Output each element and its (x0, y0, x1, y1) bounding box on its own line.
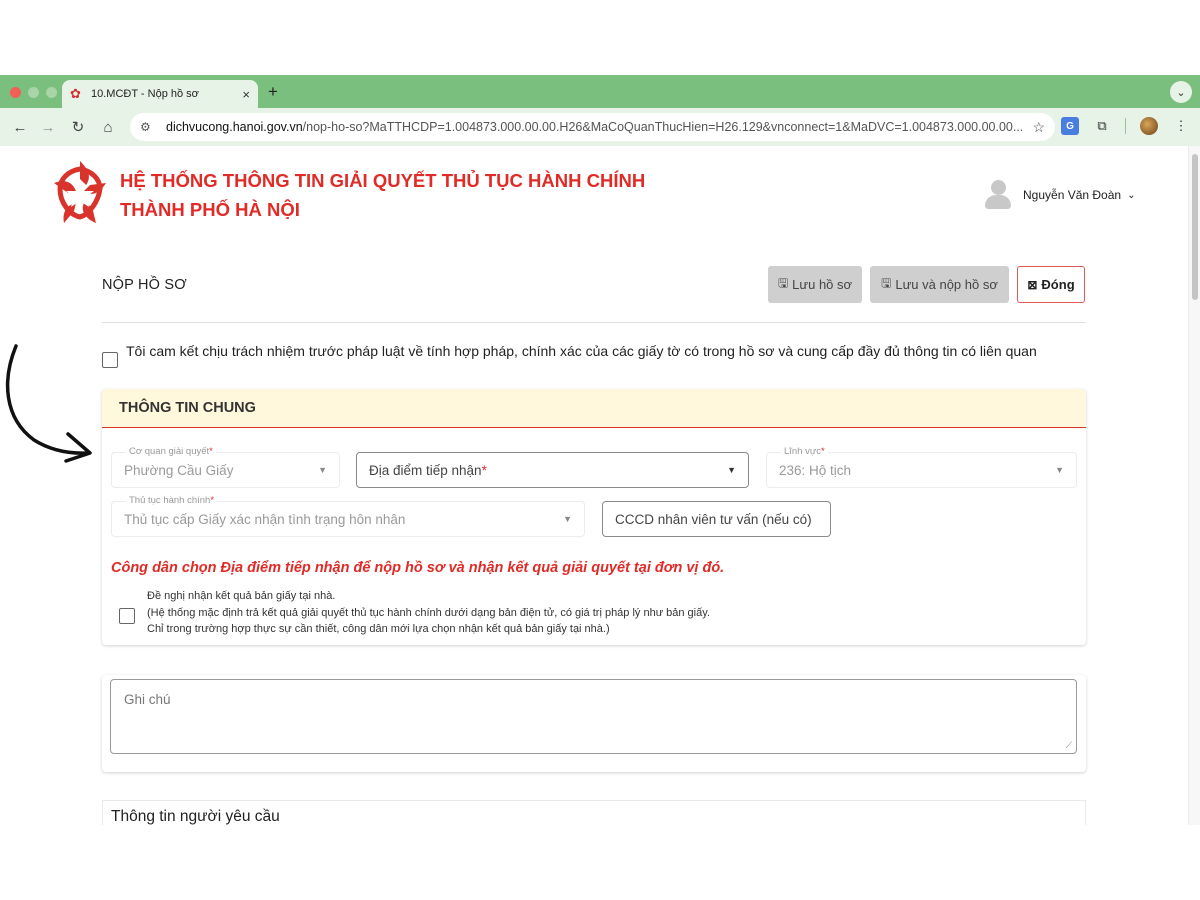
cccd-placeholder: CCCD nhân viên tư vấn (nếu có) (615, 511, 812, 527)
dropdown-arrow-icon: ▼ (318, 465, 327, 475)
cccd-input[interactable]: CCCD nhân viên tư vấn (nếu có) (602, 501, 831, 537)
tab-search-chevron-icon[interactable]: ⌄ (1170, 81, 1192, 103)
profile-avatar-icon[interactable] (1140, 117, 1158, 135)
site-settings-icon[interactable]: ⚙ (140, 120, 158, 134)
site-favicon-icon: ✿ (70, 86, 81, 101)
browser-window: ✿ 10.MCĐT - Nộp hồ sơ × + ⌄ ← → ↻ ⌂ ⚙ di… (0, 75, 1200, 825)
procedure-value: Thủ tục cấp Giấy xác nhận tình trạng hôn… (124, 511, 406, 527)
procedure-label: Thủ tục hành chính* (126, 495, 218, 506)
required-mark: * (821, 446, 825, 457)
user-menu[interactable]: Nguyễn Văn Đoàn ⌄ (985, 180, 1135, 210)
agency-select: Phường Cầu Giấy ▼ (111, 452, 340, 488)
more-menu-icon[interactable]: ⋮ (1172, 117, 1190, 135)
page-scrollbar[interactable] (1188, 146, 1200, 825)
commitment-text: Tôi cam kết chịu trách nhiệm trước pháp … (126, 343, 1037, 359)
required-mark: * (481, 462, 487, 478)
url-path: /nop-ho-so?MaTTHCDP=1.004873.000.00.00.H… (302, 120, 1025, 134)
paper-result-row: Đề nghị nhận kết quả bản giấy tại nhà. (… (119, 588, 710, 638)
paper-result-checkbox[interactable] (119, 608, 135, 624)
paper-result-line3: Chỉ trong trường hợp thực sự cần thiết, … (147, 623, 610, 635)
agency-value: Phường Cầu Giấy (124, 462, 234, 478)
annotation-arrow-icon (5, 344, 92, 463)
user-name: Nguyễn Văn Đoàn (1023, 188, 1122, 202)
agency-label: Cơ quan giải quyết* (126, 446, 216, 457)
procedure-select: Thủ tục cấp Giấy xác nhận tình trạng hôn… (111, 501, 585, 537)
tab-close-icon[interactable]: × (242, 87, 250, 102)
tab-bar: ✿ 10.MCĐT - Nộp hồ sơ × + ⌄ (0, 75, 1200, 108)
save-and-submit-button[interactable]: 🖫 Lưu và nộp hồ sơ (870, 266, 1009, 303)
field-label: Lĩnh vực* (781, 446, 828, 457)
page-title: NỘP HỒ SƠ (102, 277, 187, 293)
toolbar-divider (1125, 118, 1126, 134)
paper-result-line2: (Hệ thống mặc định trả kết quả giải quyế… (147, 606, 710, 619)
chevron-down-icon: ⌄ (1127, 189, 1136, 201)
save-disk-icon: 🖫 (881, 276, 892, 290)
reception-location-placeholder: Địa điểm tiếp nhận* (369, 463, 727, 478)
site-title-line1: HỆ THỐNG THÔNG TIN GIẢI QUYẾT THỦ TỤC HÀ… (120, 170, 646, 191)
site-title: HỆ THỐNG THÔNG TIN GIẢI QUYẾT THỦ TỤC HÀ… (120, 166, 645, 224)
reload-icon[interactable]: ↻ (64, 118, 92, 136)
browser-toolbar: ← → ↻ ⌂ ⚙ dichvucong.hanoi.gov.vn/nop-ho… (0, 108, 1200, 146)
dropdown-arrow-icon: ▼ (1055, 465, 1064, 475)
divider (102, 322, 1086, 323)
paper-result-text: Đề nghị nhận kết quả bản giấy tại nhà. (… (147, 588, 710, 638)
field-label-text: Lĩnh vực (784, 446, 821, 457)
requester-title: Thông tin người yêu cầu (111, 808, 280, 825)
reception-location-select[interactable]: Địa điểm tiếp nhận* ▼ (356, 452, 749, 488)
note-placeholder: Ghi chú (124, 692, 171, 707)
bookmark-star-icon[interactable]: ☆ (1032, 119, 1045, 136)
note-card: Ghi chú ⟋ (102, 675, 1086, 772)
user-avatar-icon (985, 180, 1011, 210)
address-bar[interactable]: ⚙ dichvucong.hanoi.gov.vn/nop-ho-so?MaTT… (130, 113, 1055, 141)
requester-card: Thông tin người yêu cầu (102, 800, 1086, 825)
translate-extension-icon[interactable]: G (1061, 117, 1079, 135)
general-info-card: THÔNG TIN CHUNG Phường Cầu Giấy ▼ Cơ qua… (102, 389, 1086, 645)
field-select: 236: Hộ tịch ▼ (766, 452, 1077, 488)
required-mark: * (210, 495, 215, 506)
dropdown-arrow-icon: ▼ (727, 465, 736, 475)
agency-label-text: Cơ quan giải quyết (129, 446, 210, 457)
back-arrow-icon[interactable]: ← (6, 119, 34, 136)
maximize-window-button[interactable] (46, 87, 57, 98)
save-button[interactable]: 🖫 Lưu hồ sơ (768, 266, 862, 303)
save-button-label: Lưu hồ sơ (792, 277, 853, 292)
hanoi-logo-icon (54, 161, 106, 223)
new-tab-button[interactable]: + (268, 82, 278, 102)
minimize-window-button[interactable] (28, 87, 39, 98)
required-mark: * (209, 446, 213, 457)
general-info-title: THÔNG TIN CHUNG (102, 389, 1086, 428)
dropdown-arrow-icon: ▼ (563, 514, 572, 524)
field-value: 236: Hộ tịch (779, 462, 852, 478)
commitment-row: Tôi cam kết chịu trách nhiệm trước pháp … (102, 341, 1086, 368)
url-text: dichvucong.hanoi.gov.vn/nop-ho-so?MaTTHC… (166, 120, 1024, 134)
window-controls (10, 87, 57, 98)
resize-grip-icon[interactable]: ⟋ (1066, 740, 1072, 751)
close-button[interactable]: ⊠ Đóng (1017, 266, 1085, 303)
site-title-line2: THÀNH PHỐ HÀ NỘI (120, 199, 300, 220)
paper-result-line1: Đề nghị nhận kết quả bản giấy tại nhà. (147, 590, 336, 602)
save-submit-button-label: Lưu và nộp hồ sơ (895, 277, 998, 292)
url-host: dichvucong.hanoi.gov.vn (166, 120, 303, 134)
close-box-icon: ⊠ (1027, 277, 1038, 292)
home-icon[interactable]: ⌂ (94, 119, 122, 136)
procedure-label-text: Thủ tục hành chính (129, 495, 211, 506)
close-button-label: Đóng (1041, 277, 1075, 292)
note-textarea[interactable]: Ghi chú ⟋ (110, 679, 1077, 754)
save-disk-icon: 🖫 (777, 276, 789, 290)
page-content: HỆ THỐNG THÔNG TIN GIẢI QUYẾT THỦ TỤC HÀ… (0, 146, 1188, 825)
toolbar-actions: G ⧉ ⋮ (1061, 117, 1190, 135)
tab-title: 10.MCĐT - Nộp hồ sơ (91, 88, 199, 100)
scrollbar-thumb[interactable] (1192, 154, 1198, 300)
extensions-puzzle-icon[interactable]: ⧉ (1093, 117, 1111, 135)
browser-tab[interactable]: ✿ 10.MCĐT - Nộp hồ sơ × (62, 80, 258, 108)
reception-location-text: Địa điểm tiếp nhận (369, 462, 482, 478)
close-window-button[interactable] (10, 87, 21, 98)
commitment-checkbox[interactable] (102, 352, 118, 368)
forward-arrow-icon[interactable]: → (34, 119, 62, 136)
notice-text: Công dân chọn Địa điểm tiếp nhận để nộp … (111, 560, 725, 576)
